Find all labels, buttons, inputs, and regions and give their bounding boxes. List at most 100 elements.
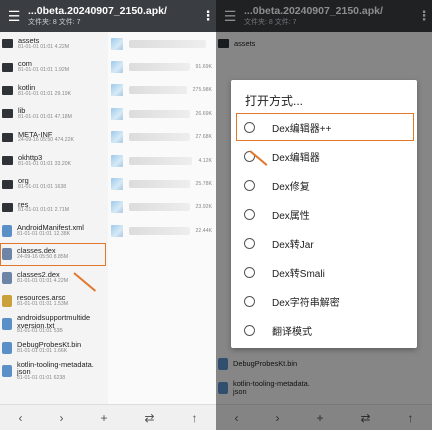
item-size: 91.69K: [195, 64, 212, 71]
folder-icon: [2, 62, 13, 72]
second-pane: 91.69K 275.98K 26.69K 27.68K 4.12K 25.78K 23.9…: [108, 32, 216, 404]
path-title: ...0beta.20240907_2150.apk/: [28, 4, 167, 17]
list-item[interactable]: assets 81-01-01 01:01 4.22M: [0, 32, 106, 55]
list-item[interactable]: resources.arsc 81-01-01 01:01 1.53M: [0, 289, 106, 312]
folder-icon: [2, 132, 13, 142]
item-meta: 24-09-16 05:50 474.22K: [18, 137, 74, 144]
list-item[interactable]: 25.78K: [108, 172, 216, 195]
option-label: Dex修复: [272, 181, 310, 193]
item-meta: 81-01-01 01:01 1.92M: [18, 67, 70, 74]
dialog-title: 打开方式...: [245, 94, 304, 108]
list-item[interactable]: kotlin-tooling-metadata. json 81-01-01 01…: [0, 359, 106, 382]
item-size: 26.69K: [195, 110, 212, 117]
list-item[interactable]: 91.69K: [108, 55, 216, 78]
list-item[interactable]: AndroidManifest.xml 81-01-01 01:01 12.38K: [0, 219, 106, 242]
list-item[interactable]: androidsupportmultide xversion.txt 81-01-…: [0, 313, 106, 336]
file-list: assets 81-01-01 01:01 4.22M com 81-01-01 01…: [0, 32, 106, 404]
option-label: Dex转Smali: [272, 268, 325, 280]
option-label: Dex编辑器++: [272, 123, 332, 135]
list-item[interactable]: META-INF 24-09-16 05:50 474.22K: [0, 126, 106, 149]
open-option[interactable]: Dex编辑器: [237, 143, 413, 169]
up-button[interactable]: ↑: [192, 411, 198, 425]
item-meta: 81-01-01 01:01 4.22M: [18, 43, 70, 50]
option-label: Dex转Jar: [272, 239, 314, 251]
item-size: 25.78K: [195, 181, 212, 188]
item-size: 23.92K: [195, 204, 212, 211]
folder-icon: [2, 156, 13, 166]
thumbnail-icon: [111, 61, 123, 74]
item-size: 4.12K: [198, 157, 212, 164]
radio-icon[interactable]: [244, 237, 255, 249]
option-label: Dex编辑器: [272, 152, 320, 164]
list-item[interactable]: 27.68K: [108, 126, 216, 149]
blurred-name: [129, 109, 190, 118]
item-meta: 81-01-01 01:01 2.71M: [18, 207, 70, 214]
swap-button[interactable]: ⇄: [144, 411, 154, 425]
open-option[interactable]: Dex转Smali: [237, 259, 413, 285]
blurred-name: [129, 86, 187, 95]
option-label: Dex字符串解密: [272, 297, 340, 309]
option-label: Dex属性: [272, 210, 310, 222]
open-option[interactable]: Dex属性: [237, 201, 413, 227]
back-button[interactable]: ‹: [18, 411, 22, 425]
file-icon: [2, 341, 12, 354]
item-meta: 81-01-01 01:01 53B: [17, 328, 63, 335]
list-item[interactable]: lib 81-01-01 01:01 47.18M: [0, 102, 106, 125]
item-meta: 81-01-01 01:01 1.66K: [17, 347, 68, 354]
list-item[interactable]: kotlin 81-01-01 01:01 29.19K: [0, 79, 106, 102]
list-item[interactable]: 26.69K: [108, 102, 216, 125]
blurred-name: [129, 226, 190, 235]
thumbnail-icon: [111, 131, 123, 144]
list-item[interactable]: res 81-01-01 01:01 2.71M: [0, 196, 106, 219]
open-option[interactable]: Dex转Jar: [237, 230, 413, 256]
item-meta: 81-01-01 01:01 33.20K: [18, 160, 72, 167]
radio-icon[interactable]: [244, 121, 255, 133]
blurred-name: [129, 203, 190, 212]
list-item[interactable]: 23.92K: [108, 196, 216, 219]
open-with-dialog: 打开方式... Dex编辑器++ Dex编辑器 Dex修复 Dex属性 Dex转Jar D…: [231, 80, 417, 348]
list-item[interactable]: org 81-01-01 01:01 1638: [0, 172, 106, 195]
item-meta: 24-09-16 05:50 8.85M: [17, 254, 69, 261]
open-option[interactable]: Dex编辑器++: [236, 113, 414, 141]
thumbnail-icon: [111, 224, 123, 237]
blurred-name: [129, 133, 190, 142]
item-meta: 81-01-01 01:01 6238: [17, 375, 66, 382]
folder-count: 文件夹: 8 文件: 7: [28, 19, 81, 27]
list-item[interactable]: classes.dex 24-09-16 05:50 8.85M: [0, 242, 106, 266]
add-button[interactable]: +: [100, 411, 107, 425]
file-icon: [2, 318, 12, 331]
list-item[interactable]: com 81-01-01 01:01 1.92M: [0, 55, 106, 78]
folder-icon: [2, 179, 13, 189]
blurred-name: [129, 63, 190, 72]
item-size: 27.68K: [195, 134, 212, 141]
radio-icon[interactable]: [244, 324, 255, 336]
list-item[interactable]: okhttp3 81-01-01 01:01 33.20K: [0, 149, 106, 172]
radio-icon[interactable]: [244, 208, 255, 220]
radio-icon[interactable]: [244, 295, 255, 307]
list-item[interactable]: 22.44K: [108, 219, 216, 242]
radio-icon[interactable]: [244, 266, 255, 278]
folder-icon: [2, 202, 13, 212]
file-icon: [2, 365, 12, 378]
list-item[interactable]: 275.98K: [108, 79, 216, 102]
file-icon: [2, 224, 12, 237]
more-icon[interactable]: ⋮: [200, 8, 216, 24]
item-meta: 81-01-01 01:01 47.18M: [18, 113, 72, 120]
radio-icon[interactable]: [244, 179, 255, 191]
option-label: 翻译模式: [272, 326, 312, 338]
open-option[interactable]: Dex字符串解密: [237, 288, 413, 314]
forward-button[interactable]: ›: [59, 411, 63, 425]
list-item[interactable]: [108, 32, 216, 55]
menu-icon[interactable]: ☰: [0, 8, 28, 25]
item-meta: 81-01-01 01:01 1.53M: [17, 301, 69, 308]
open-option[interactable]: Dex修复: [237, 172, 413, 198]
item-size: 22.44K: [195, 227, 212, 234]
list-item[interactable]: 4.12K: [108, 149, 216, 172]
blurred-name: [129, 156, 193, 165]
item-meta: 81-01-01 01:01 29.19K: [18, 90, 72, 97]
list-item[interactable]: DebugProbesKt.bin 81-01-01 01:01 1.66K: [0, 336, 106, 359]
item-meta: 81-01-01 01:01 12.38K: [17, 230, 71, 237]
open-option[interactable]: 翻译模式: [237, 317, 413, 343]
app-bar: ☰ ...0beta.20240907_2150.apk/ 文件夹: 8 文件:…: [0, 0, 216, 32]
thumbnail-icon: [111, 154, 123, 167]
